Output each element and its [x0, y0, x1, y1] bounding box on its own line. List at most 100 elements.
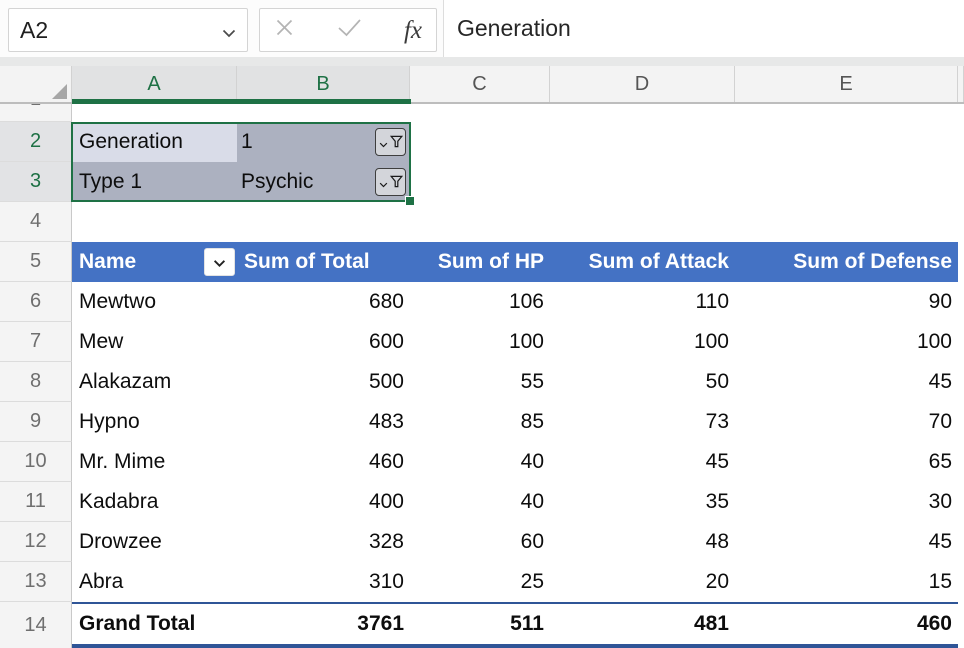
pokemon-name-cell[interactable]: Mew	[72, 322, 237, 362]
row-header-6[interactable]: 6	[0, 282, 72, 322]
grand-total-value[interactable]: 3761	[237, 604, 410, 644]
pivot-value-cell[interactable]: 328	[237, 522, 410, 562]
pivot-value-cell[interactable]: 100	[550, 322, 735, 362]
row-header-5[interactable]: 5	[0, 242, 72, 282]
pivot-value-cell[interactable]: 50	[550, 362, 735, 402]
pivot-value-cell[interactable]: 483	[237, 402, 410, 442]
empty-cell[interactable]	[550, 104, 735, 122]
row-header-11[interactable]: 11	[0, 482, 72, 522]
pivot-value-cell[interactable]: 30	[735, 482, 958, 522]
pokemon-name-cell[interactable]: Hypno	[72, 402, 237, 442]
row-header-13[interactable]: 13	[0, 562, 72, 602]
pivot-value-cell[interactable]: 680	[237, 282, 410, 322]
empty-cell[interactable]	[410, 104, 550, 122]
cancel-icon[interactable]	[274, 17, 295, 43]
pivot-value-cell[interactable]: 500	[237, 362, 410, 402]
column-header-b[interactable]: B	[237, 66, 410, 102]
pivot-value-cell[interactable]: 45	[735, 522, 958, 562]
enter-icon[interactable]	[337, 18, 362, 42]
pokemon-name-cell[interactable]: Drowzee	[72, 522, 237, 562]
row-header-9[interactable]: 9	[0, 402, 72, 442]
column-header-a[interactable]: A	[72, 66, 237, 102]
pivot-value-cell[interactable]: 70	[735, 402, 958, 442]
grand-total-value[interactable]: 511	[410, 604, 550, 644]
row-header-2[interactable]: 2	[0, 122, 72, 162]
row-header-3[interactable]: 3	[0, 162, 72, 202]
pivot-value-cell[interactable]: 600	[237, 322, 410, 362]
filter-field-label[interactable]: Type 1	[72, 162, 237, 202]
pivot-header-cell[interactable]: Sum of Total	[237, 242, 410, 282]
pivot-value-cell[interactable]: 100	[410, 322, 550, 362]
row-header-14[interactable]: 14	[0, 602, 72, 648]
pokemon-name-cell[interactable]: Mr. Mime	[72, 442, 237, 482]
row-header-12[interactable]: 12	[0, 522, 72, 562]
pivot-value-cell[interactable]: 65	[735, 442, 958, 482]
name-box[interactable]: A2	[8, 8, 248, 52]
pivot-value-cell[interactable]: 45	[735, 362, 958, 402]
pivot-value-cell[interactable]: 400	[237, 482, 410, 522]
row-header-10[interactable]: 10	[0, 442, 72, 482]
pivot-value-cell[interactable]: 35	[550, 482, 735, 522]
pivot-value-cell[interactable]: 100	[735, 322, 958, 362]
pokemon-name-cell[interactable]: Alakazam	[72, 362, 237, 402]
pivot-value-cell[interactable]: 45	[550, 442, 735, 482]
filter-dropdown-button[interactable]	[375, 128, 406, 156]
pivot-value-cell[interactable]: 48	[550, 522, 735, 562]
row-header-1[interactable]: 1	[0, 104, 72, 122]
pivot-value-cell[interactable]: 15	[735, 562, 958, 602]
grand-total-value[interactable]: 481	[550, 604, 735, 644]
pokemon-name-cell[interactable]: Kadabra	[72, 482, 237, 522]
empty-cell	[958, 482, 964, 522]
pokemon-name-cell[interactable]: Mewtwo	[72, 282, 237, 322]
empty-cell[interactable]	[72, 104, 237, 122]
pivot-header-name[interactable]: Name	[72, 242, 237, 282]
pivot-value-cell[interactable]: 55	[410, 362, 550, 402]
pivot-header-cell[interactable]: Sum of Defense	[735, 242, 958, 282]
pivot-header-cell[interactable]: Sum of HP	[410, 242, 550, 282]
filter-field-label[interactable]: Generation	[72, 122, 237, 162]
empty-cell[interactable]	[237, 202, 410, 242]
grand-total-value[interactable]: 460	[735, 604, 958, 644]
select-all-corner[interactable]	[0, 66, 72, 102]
pivot-value-cell[interactable]: 460	[237, 442, 410, 482]
pivot-value-cell[interactable]: 106	[410, 282, 550, 322]
row-header-7[interactable]: 7	[0, 322, 72, 362]
empty-cell[interactable]	[410, 202, 550, 242]
empty-cell[interactable]	[550, 122, 735, 162]
pivot-header-cell[interactable]: Sum of Attack	[550, 242, 735, 282]
pivot-value-cell[interactable]: 85	[410, 402, 550, 442]
empty-cell[interactable]	[72, 202, 237, 242]
empty-cell[interactable]	[237, 104, 410, 122]
pivot-value-cell[interactable]: 73	[550, 402, 735, 442]
pivot-value-cell[interactable]: 60	[410, 522, 550, 562]
empty-cell[interactable]	[735, 104, 958, 122]
grand-total-label[interactable]: Grand Total	[72, 604, 237, 644]
column-header-c[interactable]: C	[410, 66, 550, 102]
name-filter-dropdown[interactable]	[204, 248, 235, 276]
filter-value-cell[interactable]: 1	[237, 122, 410, 162]
empty-cell[interactable]	[735, 162, 958, 202]
column-header-d[interactable]: D	[550, 66, 735, 102]
column-header-e[interactable]: E	[735, 66, 958, 102]
filter-dropdown-button[interactable]	[375, 168, 406, 196]
row-header-8[interactable]: 8	[0, 362, 72, 402]
formula-input[interactable]: Generation	[443, 0, 964, 57]
pivot-value-cell[interactable]: 25	[410, 562, 550, 602]
pivot-value-cell[interactable]: 110	[550, 282, 735, 322]
empty-cell[interactable]	[410, 122, 550, 162]
filter-value-cell[interactable]: Psychic	[237, 162, 410, 202]
pivot-value-cell[interactable]: 90	[735, 282, 958, 322]
empty-cell[interactable]	[735, 202, 958, 242]
empty-cell[interactable]	[735, 122, 958, 162]
empty-cell[interactable]	[550, 202, 735, 242]
pivot-value-cell[interactable]: 310	[237, 562, 410, 602]
chevron-down-icon[interactable]	[222, 17, 236, 44]
pokemon-name-cell[interactable]: Abra	[72, 562, 237, 602]
fx-icon[interactable]: fx	[404, 18, 422, 43]
empty-cell[interactable]	[550, 162, 735, 202]
empty-cell[interactable]	[410, 162, 550, 202]
pivot-value-cell[interactable]: 20	[550, 562, 735, 602]
pivot-value-cell[interactable]: 40	[410, 442, 550, 482]
row-header-4[interactable]: 4	[0, 202, 72, 242]
pivot-value-cell[interactable]: 40	[410, 482, 550, 522]
